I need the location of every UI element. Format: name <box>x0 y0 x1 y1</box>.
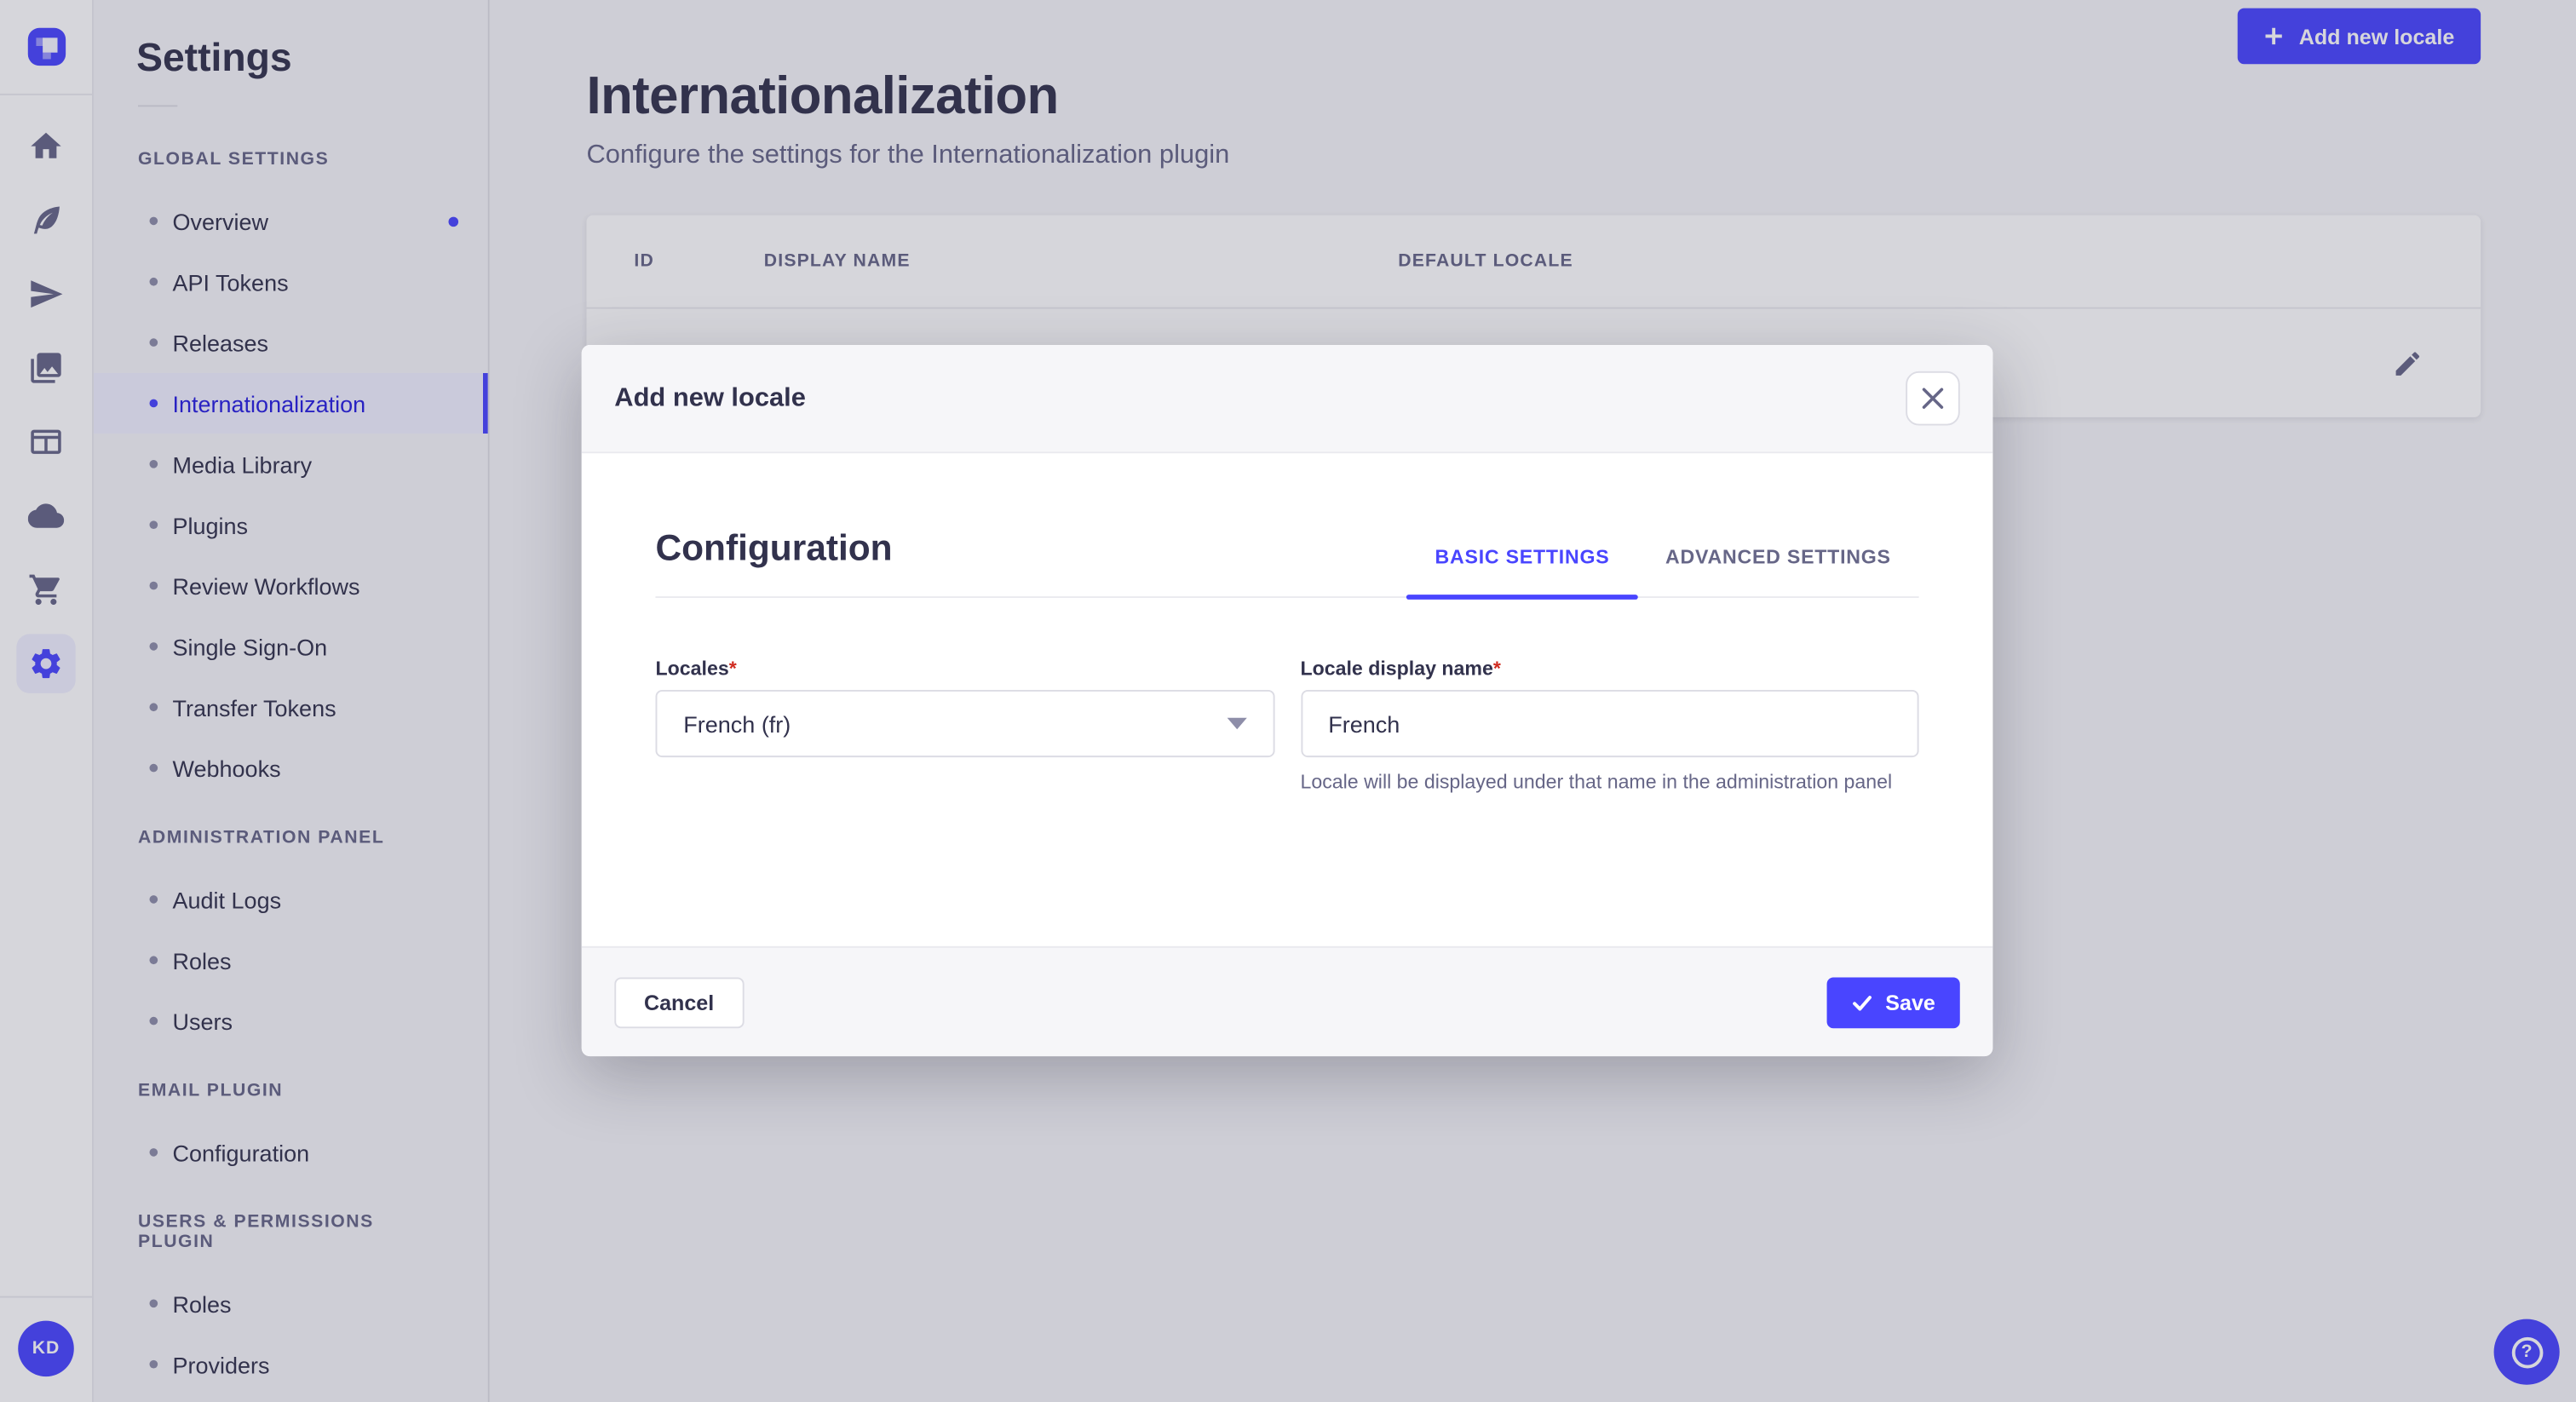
check-icon <box>1852 995 1872 1010</box>
chevron-down-icon <box>1226 717 1246 730</box>
tab-advanced-settings[interactable]: ADVANCED SETTINGS <box>1637 545 1918 596</box>
settings-tabs: BASIC SETTINGS ADVANCED SETTINGS <box>1406 545 1919 600</box>
configuration-title: Configuration <box>655 527 893 569</box>
required-marker: * <box>1492 657 1501 681</box>
display-name-hint: Locale will be displayed under that name… <box>1300 770 1893 794</box>
modal-body: Configuration BASIC SETTINGS ADVANCED SE… <box>581 453 1993 946</box>
strapi-admin: KD Settings GLOBAL SETTINGS Overview API… <box>0 0 2576 1402</box>
locale-display-name-input[interactable] <box>1300 689 1919 758</box>
cancel-button[interactable]: Cancel <box>614 976 744 1028</box>
locale-display-name-label: Locale display name* <box>1300 657 1501 681</box>
configuration-header: Configuration BASIC SETTINGS ADVANCED SE… <box>655 527 1919 600</box>
close-icon <box>1922 388 1944 409</box>
modal-header: Add new locale <box>581 344 1993 454</box>
close-button[interactable] <box>1906 371 1960 426</box>
add-locale-modal: Add new locale Configuration BASIC SETTI… <box>581 344 1993 1057</box>
modal-footer: Cancel Save <box>581 945 1993 1057</box>
tab-basic-settings[interactable]: BASIC SETTINGS <box>1406 545 1638 600</box>
required-marker: * <box>728 657 737 681</box>
locales-label: Locales* <box>655 657 737 681</box>
locales-select[interactable]: French (fr) <box>655 689 1274 758</box>
modal-title: Add new locale <box>614 383 806 412</box>
locales-field-group: Locales* French (fr) <box>655 657 1274 796</box>
screen: KD Settings GLOBAL SETTINGS Overview API… <box>0 0 2576 1402</box>
display-name-field-group: Locale display name* Locale will be disp… <box>1300 657 1919 796</box>
locale-form: Locales* French (fr) Locale display name… <box>655 657 1919 796</box>
save-button[interactable]: Save <box>1826 976 1960 1028</box>
